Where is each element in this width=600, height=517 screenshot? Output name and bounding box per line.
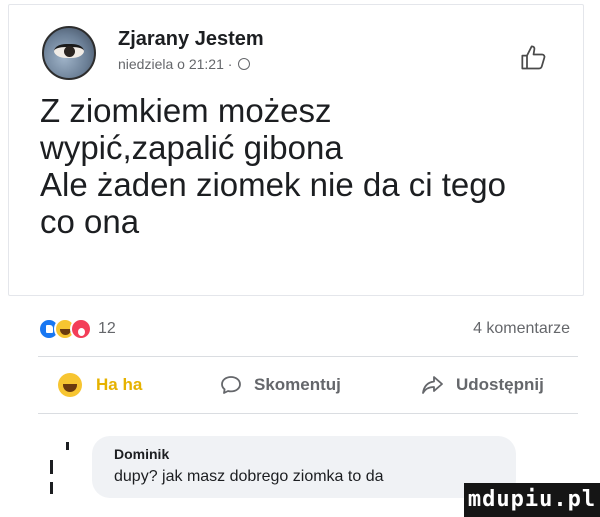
comments-count-link[interactable]: 4 komentarze (473, 320, 570, 338)
commenter-name[interactable]: Dominik (114, 446, 169, 462)
post-meta[interactable]: niedziela o 21:21 · (118, 56, 251, 72)
decorative-mark (50, 460, 53, 474)
haha-reaction-button[interactable]: Ha ha (58, 370, 142, 400)
wow-icon (70, 318, 92, 340)
decorative-mark (50, 482, 53, 494)
divider (38, 413, 578, 414)
site-watermark: mdupiu.pl (464, 483, 600, 517)
comment-button[interactable]: Skomentuj (220, 370, 341, 400)
decorative-mark (66, 442, 69, 450)
comment-label: Skomentuj (254, 375, 341, 394)
avatar-pupil (64, 46, 75, 57)
reaction-count: 12 (98, 320, 116, 337)
haha-label: Ha ha (96, 375, 143, 394)
haha-icon (58, 373, 82, 397)
share-icon (422, 376, 443, 394)
author-avatar[interactable] (42, 26, 96, 80)
author-name[interactable]: Zjarany Jestem (118, 28, 264, 51)
share-button[interactable]: Udostępnij (420, 370, 544, 400)
comment-icon (221, 376, 241, 394)
share-label: Udostępnij (456, 375, 544, 394)
divider (38, 356, 578, 357)
action-bar: Ha ha Skomentuj Udostępnij (0, 370, 600, 400)
globe-icon (238, 58, 251, 70)
post-timestamp[interactable]: niedziela o 21:21 · (118, 56, 232, 72)
comment-text: dupy? jak masz dobrego ziomka to da (114, 468, 384, 485)
post-text: Z ziomkiem możesz wypić,zapalić gibona A… (40, 92, 506, 240)
comment-bubble[interactable]: Dominik dupy? jak masz dobrego ziomka to… (92, 436, 516, 498)
like-outline-icon[interactable] (520, 44, 548, 72)
